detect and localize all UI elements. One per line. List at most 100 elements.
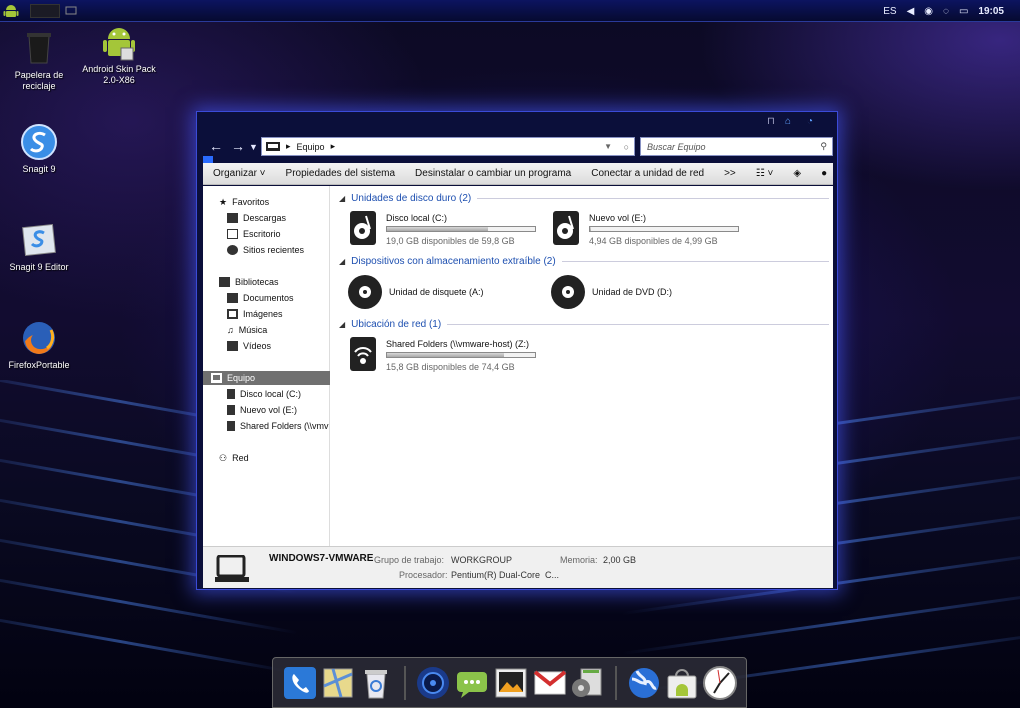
phone-icon[interactable]	[283, 666, 317, 700]
refresh-icon[interactable]: ○	[624, 142, 629, 152]
desktop-icon-recycle-bin[interactable]: Papelera de reciclaje	[0, 30, 78, 92]
drive-shared-folders-z[interactable]: Shared Folders (\\vmware-host) (Z:) 15,8…	[349, 336, 549, 376]
close-button[interactable]: ◔	[807, 116, 813, 127]
maps-icon[interactable]	[321, 666, 355, 700]
drive-icon	[227, 405, 235, 415]
snagit-editor-icon	[21, 222, 57, 258]
window-titlebar[interactable]: ⊓ ⌂ ◔	[197, 112, 837, 132]
hard-drive-icon	[350, 211, 376, 245]
more-commands-button[interactable]: >>	[714, 168, 746, 179]
system-properties-button[interactable]: Propiedades del sistema	[276, 168, 406, 179]
folder-icon	[227, 213, 238, 223]
forward-button[interactable]: →	[231, 138, 245, 154]
desktop-icon-android-skin-pack[interactable]: Android Skin Pack 2.0-X86	[80, 24, 158, 86]
app-dock	[272, 657, 747, 708]
drive-name: Unidad de disquete (A:)	[389, 287, 484, 297]
map-network-drive-button[interactable]: Conectar a unidad de red	[581, 168, 714, 179]
messaging-icon[interactable]	[455, 666, 489, 700]
nav-network[interactable]: ⚇ Red	[219, 451, 346, 465]
desktop-icon-snagit-editor[interactable]: Snagit 9 Editor	[0, 222, 78, 273]
network-drive-icon	[350, 337, 376, 371]
speaker-icon[interactable]	[416, 666, 450, 700]
help-icon[interactable]: ●	[811, 168, 837, 179]
desktop-icon-label: Papelera de reciclaje	[14, 70, 64, 91]
drive-name: Nuevo vol (E:)	[589, 213, 647, 223]
desktop-icon-firefox-portable[interactable]: FirefoxPortable	[0, 320, 78, 371]
recycle-bin-icon[interactable]	[359, 666, 393, 700]
nav-libraries[interactable]: Bibliotecas	[219, 275, 346, 289]
group-network-locations[interactable]: ◢ Ubicación de red (1)	[339, 319, 829, 330]
network-drive-icon	[227, 421, 235, 431]
address-bar[interactable]: ▸ Equipo ▸ ▼ ○	[261, 137, 635, 156]
show-desktop-icon[interactable]	[60, 0, 82, 22]
wallpaper-stripe	[0, 608, 298, 675]
tray-arrow-icon[interactable]: ◀	[907, 6, 915, 17]
content-area: ★ Favoritos Descargas Escritorio Sitios r…	[203, 186, 833, 546]
nav-item-shared-folders[interactable]: Shared Folders (\\vmv	[227, 419, 330, 433]
breadcrumb-equipo[interactable]: Equipo	[297, 142, 325, 152]
desktop-icon-label: Snagit 9	[22, 164, 56, 174]
organize-button[interactable]: Organizar ˅	[203, 168, 276, 179]
computer-icon	[215, 555, 249, 582]
hard-drive-icon	[553, 211, 579, 245]
group-removable-storage[interactable]: ◢ Dispositivos con almacenamiento extraíb…	[339, 256, 829, 267]
tray-display-icon[interactable]: ▭	[959, 6, 968, 17]
breadcrumb-arrow-icon[interactable]: ▸	[286, 141, 291, 152]
android-icon	[101, 24, 137, 61]
start-android-icon[interactable]	[0, 0, 22, 22]
workgroup-value: WORKGROUP	[451, 555, 513, 565]
details-pane: WINDOWS7-VMWARE Grupo de trabajo: WORKGR…	[203, 546, 833, 588]
drive-name: Unidad de DVD (D:)	[592, 287, 673, 297]
market-icon[interactable]	[665, 666, 699, 700]
computer-icon	[266, 142, 280, 151]
nav-computer[interactable]: Equipo	[203, 371, 330, 385]
language-indicator[interactable]: ES	[883, 6, 896, 17]
preview-pane-icon[interactable]: ◈	[783, 168, 811, 179]
desktop-icon-label: FirefoxPortable	[8, 360, 70, 370]
drive-name: Disco local (C:)	[386, 213, 448, 223]
star-icon: ★	[219, 196, 228, 207]
gallery-icon[interactable]	[494, 666, 528, 700]
address-dropdown-icon[interactable]: ▼	[604, 142, 612, 151]
breadcrumb-arrow-icon[interactable]: ▸	[331, 141, 336, 152]
recent-places-icon	[227, 245, 238, 255]
browser-globe-icon[interactable]	[627, 666, 661, 700]
clock-icon[interactable]	[703, 666, 737, 700]
address-row: ← → ▼ ▸ Equipo ▸ ▼ ○ Buscar Equipo ⚲	[203, 136, 833, 164]
search-input[interactable]: Buscar Equipo ⚲	[640, 137, 833, 156]
maximize-button[interactable]: ⌂	[785, 116, 791, 127]
tray-snagit-icon[interactable]: ◉	[924, 6, 933, 17]
floppy-drive-icon	[348, 275, 382, 309]
drive-icon	[227, 389, 235, 399]
drives-view: ◢ Unidades de disco duro (2) Disco local …	[331, 186, 833, 546]
clock[interactable]: 19:05	[978, 6, 1004, 17]
desktop-icon-snagit[interactable]: Snagit 9	[0, 124, 78, 175]
gmail-icon[interactable]	[533, 666, 567, 700]
taskbar-window-button[interactable]	[30, 4, 60, 18]
drive-free-space: 19,0 GB disponibles de 59,8 GB	[386, 236, 515, 246]
change-view-icon[interactable]: ☷ ˅	[746, 168, 784, 179]
uninstall-program-button[interactable]: Desinstalar o cambiar un programa	[405, 168, 581, 179]
minimize-button[interactable]: ⊓	[767, 116, 775, 127]
nav-favorites[interactable]: ★ Favoritos	[219, 195, 346, 209]
drive-name: Shared Folders (\\vmware-host) (Z:)	[386, 339, 530, 349]
group-hard-drives[interactable]: ◢ Unidades de disco duro (2)	[339, 193, 829, 204]
search-icon[interactable]: ⚲	[820, 141, 827, 152]
back-button[interactable]: ←	[209, 138, 223, 154]
desktop-icon-label: Snagit 9 Editor	[9, 262, 69, 272]
command-toolbar: Organizar ˅ Propiedades del sistema Desi…	[203, 163, 833, 185]
settings-icon[interactable]	[569, 666, 603, 700]
music-icon: ♫	[227, 325, 234, 335]
drive-local-disk-c[interactable]: Disco local (C:) 19,0 GB disponibles de …	[349, 210, 549, 250]
drive-new-volume-e[interactable]: Nuevo vol (E:) 4,94 GB disponibles de 4,…	[552, 210, 752, 250]
network-icon: ⚇	[219, 452, 228, 463]
tray-network-icon[interactable]: ◌	[943, 6, 949, 17]
processor-label: Procesador:	[399, 570, 448, 580]
videos-icon	[227, 341, 238, 351]
dvd-drive-icon	[551, 275, 585, 309]
drive-dvd-d[interactable]: Unidad de DVD (D:)	[550, 274, 750, 314]
drive-floppy-a[interactable]: Unidad de disquete (A:)	[347, 274, 547, 314]
computer-name: WINDOWS7-VMWARE	[269, 553, 374, 564]
recent-pages-dropdown[interactable]: ▼	[249, 142, 258, 152]
drive-free-space: 4,94 GB disponibles de 4,99 GB	[589, 236, 718, 246]
